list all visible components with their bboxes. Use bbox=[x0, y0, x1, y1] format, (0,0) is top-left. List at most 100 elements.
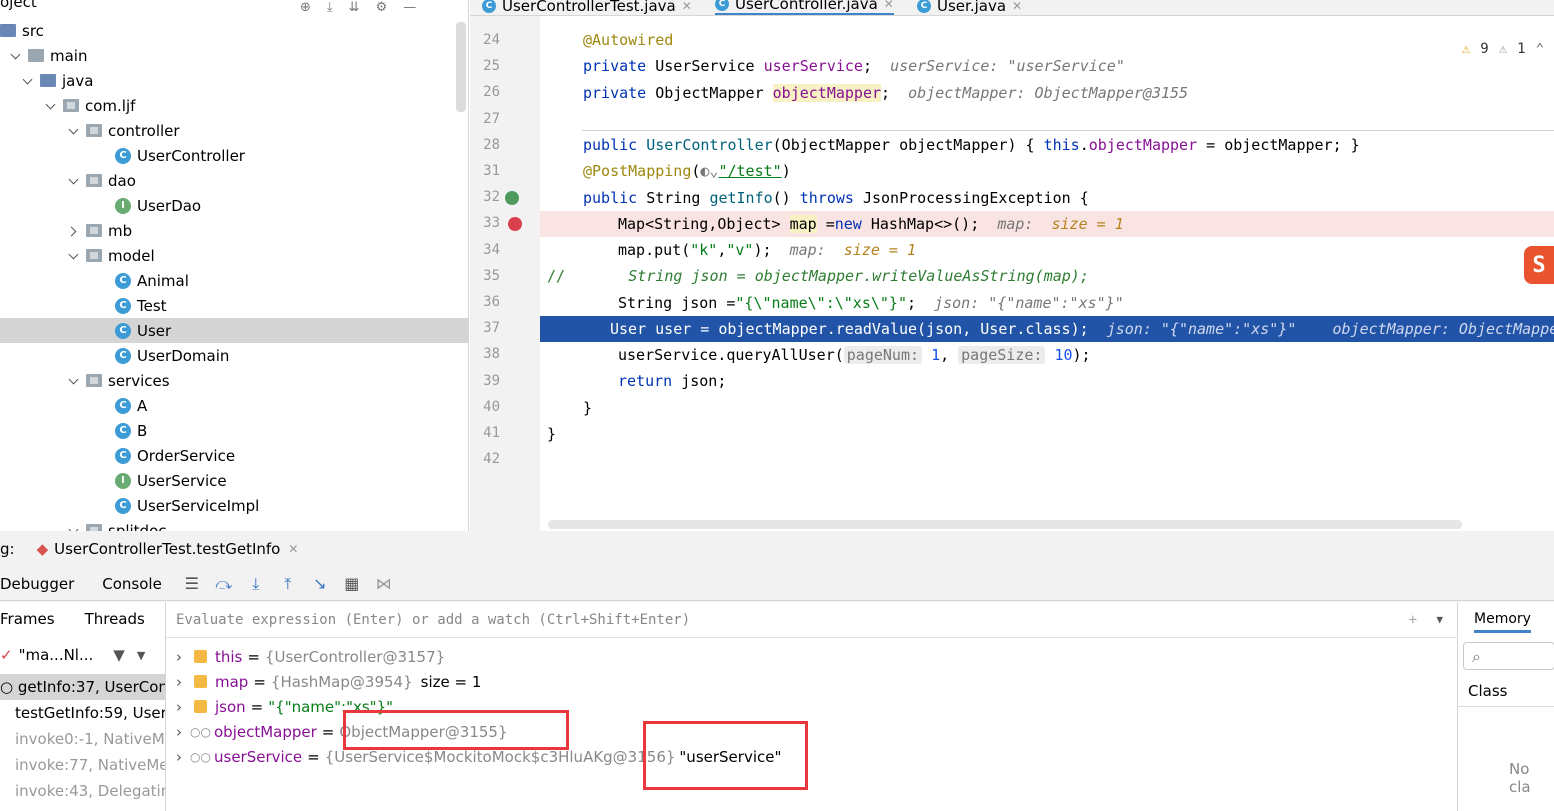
add-watch-icon[interactable]: + bbox=[1409, 612, 1417, 628]
tab-memory[interactable]: Memory bbox=[1474, 611, 1531, 633]
line-number[interactable]: 27 bbox=[470, 111, 500, 127]
breakpoint-icon[interactable] bbox=[508, 217, 522, 231]
line-number[interactable]: 41 bbox=[470, 425, 500, 441]
project-header[interactable]: oject bbox=[0, 0, 37, 11]
tab-frames[interactable]: Frames bbox=[0, 610, 55, 628]
line-number[interactable]: 33 bbox=[470, 215, 500, 231]
collapse-icon[interactable]: ⤓ bbox=[327, 0, 333, 15]
tab-threads[interactable]: Threads bbox=[85, 610, 145, 628]
line-number[interactable]: 37 bbox=[470, 320, 500, 336]
locate-icon[interactable]: ⊕ bbox=[300, 0, 311, 15]
line-number[interactable]: 28 bbox=[470, 137, 500, 153]
tab-usercontrollertest[interactable]: C UserControllerTest.java ✕ bbox=[482, 0, 692, 15]
tree-item-com-ljf[interactable]: com.ljf bbox=[0, 93, 468, 118]
chevron-down-icon[interactable] bbox=[10, 50, 22, 62]
chevron-down-icon[interactable]: ▼ bbox=[137, 649, 145, 662]
chevron-down-icon[interactable] bbox=[68, 175, 80, 187]
line-number[interactable]: 39 bbox=[470, 373, 500, 389]
memory-class-header[interactable]: Class bbox=[1468, 682, 1507, 700]
close-icon[interactable]: ✕ bbox=[682, 0, 692, 13]
chevron-right-icon[interactable]: › bbox=[176, 648, 182, 666]
run-to-cursor-icon[interactable]: ↘ bbox=[310, 574, 330, 594]
bean-icon[interactable] bbox=[505, 191, 519, 205]
memory-search[interactable]: ⌕ bbox=[1463, 642, 1554, 670]
minimize-icon[interactable]: — bbox=[403, 0, 416, 15]
globe-icon[interactable]: ◐⌄ bbox=[700, 162, 718, 180]
close-icon[interactable]: ✕ bbox=[1012, 0, 1022, 13]
evaluate-icon[interactable]: ▦ bbox=[342, 574, 362, 594]
step-out-icon[interactable]: ⤒ bbox=[278, 574, 298, 594]
line-number[interactable]: 32 bbox=[470, 189, 500, 205]
editor-gutter[interactable]: 24 25 26 27 28 31 32 33 34 35 36 37 38 39 40 41 42 bbox=[470, 16, 540, 531]
tree-item-dao[interactable]: dao bbox=[0, 168, 468, 193]
chevron-down-icon[interactable] bbox=[22, 75, 34, 87]
chevron-right-icon[interactable] bbox=[68, 225, 80, 237]
tree-item-a[interactable]: CA bbox=[0, 393, 468, 418]
close-icon[interactable]: ✕ bbox=[288, 542, 298, 556]
filter-icon[interactable]: ▼ bbox=[113, 646, 125, 664]
tree-scrollbar[interactable] bbox=[456, 22, 466, 112]
horizontal-scrollbar[interactable] bbox=[548, 520, 1462, 529]
tree-item-services[interactable]: services bbox=[0, 368, 468, 393]
token[interactable]: "/test" bbox=[718, 162, 781, 180]
frame-row[interactable]: invoke:43, Delegatin bbox=[0, 778, 165, 804]
tree-item-java[interactable]: java bbox=[0, 68, 468, 93]
step-over-icon[interactable]: ⤼ bbox=[214, 574, 234, 594]
tree-item-userserviceimpl[interactable]: C UserServiceImpl bbox=[0, 493, 468, 518]
thread-selector[interactable]: "ma...Nl... bbox=[19, 646, 94, 664]
line-number[interactable]: 42 bbox=[470, 451, 500, 467]
evaluate-input[interactable]: Evaluate expression (Enter) or add a wat… bbox=[166, 602, 1457, 638]
tree-item-src[interactable]: src bbox=[0, 18, 468, 43]
line-number[interactable]: 40 bbox=[470, 399, 500, 415]
session-tab[interactable]: UserControllerTest.testGetInfo bbox=[54, 540, 280, 558]
line-number[interactable]: 26 bbox=[470, 84, 500, 100]
close-icon[interactable]: ✕ bbox=[884, 0, 894, 11]
chevron-down-icon[interactable]: ▼ bbox=[1436, 613, 1443, 626]
frame-row[interactable]: invoke0:-1, NativeMe bbox=[0, 726, 165, 752]
chevron-right-icon[interactable]: › bbox=[176, 748, 182, 766]
menu-icon[interactable]: ☰ bbox=[182, 574, 202, 594]
chevron-right-icon[interactable]: › bbox=[176, 673, 182, 691]
line-number[interactable]: 24 bbox=[470, 32, 500, 48]
tree-item-b[interactable]: CB bbox=[0, 418, 468, 443]
gear-icon[interactable]: ⚙ bbox=[376, 0, 388, 15]
tree-item-orderservice[interactable]: C OrderService bbox=[0, 443, 468, 468]
tab-usercontroller[interactable]: C UserController.java ✕ bbox=[715, 0, 894, 15]
var-row-this[interactable]: › this = {UserController@3157} bbox=[176, 644, 445, 669]
frame-row[interactable]: ○ getInfo:37, UserCont bbox=[0, 674, 165, 700]
tree-item-userservice[interactable]: I UserService bbox=[0, 468, 468, 493]
chevron-down-icon[interactable] bbox=[68, 125, 80, 137]
line-number[interactable]: 34 bbox=[470, 242, 500, 258]
tree-item-model[interactable]: model bbox=[0, 243, 468, 268]
var-row-map[interactable]: › map = {HashMap@3954} size = 1 bbox=[176, 669, 481, 694]
tree-item-test[interactable]: C Test bbox=[0, 293, 468, 318]
tree-item-userdomain[interactable]: C UserDomain bbox=[0, 343, 468, 368]
tree-item-mb[interactable]: mb bbox=[0, 218, 468, 243]
trace-icon[interactable]: ⋈ bbox=[374, 574, 394, 594]
tree-item-usercontroller[interactable]: C UserController bbox=[0, 143, 468, 168]
line-number[interactable]: 25 bbox=[470, 58, 500, 74]
tab-debugger[interactable]: Debugger bbox=[0, 575, 88, 593]
chevron-right-icon[interactable]: › bbox=[176, 698, 182, 716]
chevron-down-icon[interactable] bbox=[45, 100, 57, 112]
code-editor[interactable]: ⚠ 9 ⚠ 1 ⌃ @Autowired private UserService u… bbox=[540, 16, 1554, 531]
chevron-right-icon[interactable]: › bbox=[176, 723, 182, 741]
chevron-down-icon[interactable] bbox=[68, 375, 80, 387]
frame-row[interactable]: invoke:77, NativeMe bbox=[0, 752, 165, 778]
chevron-down-icon[interactable] bbox=[68, 250, 80, 262]
tree-item-main[interactable]: main bbox=[0, 43, 468, 68]
expand-icon[interactable]: ⇊ bbox=[349, 0, 360, 15]
tree-item-controller[interactable]: controller bbox=[0, 118, 468, 143]
line-number[interactable]: 35 bbox=[470, 268, 500, 284]
tree-item-user[interactable]: C User bbox=[0, 318, 468, 343]
tree-item-animal[interactable]: C Animal bbox=[0, 268, 468, 293]
frame-row[interactable]: testGetInfo:59, UserC bbox=[0, 700, 165, 726]
line-number[interactable]: 38 bbox=[470, 346, 500, 362]
tree-item-userdao[interactable]: I UserDao bbox=[0, 193, 468, 218]
line-number[interactable]: 31 bbox=[470, 163, 500, 179]
tab-user[interactable]: C User.java ✕ bbox=[917, 0, 1022, 15]
tree-item-splitdoc[interactable]: splitdoc bbox=[0, 518, 468, 531]
step-into-icon[interactable]: ⤓ bbox=[246, 574, 266, 594]
line-number[interactable]: 36 bbox=[470, 294, 500, 310]
tab-console[interactable]: Console bbox=[88, 575, 176, 593]
